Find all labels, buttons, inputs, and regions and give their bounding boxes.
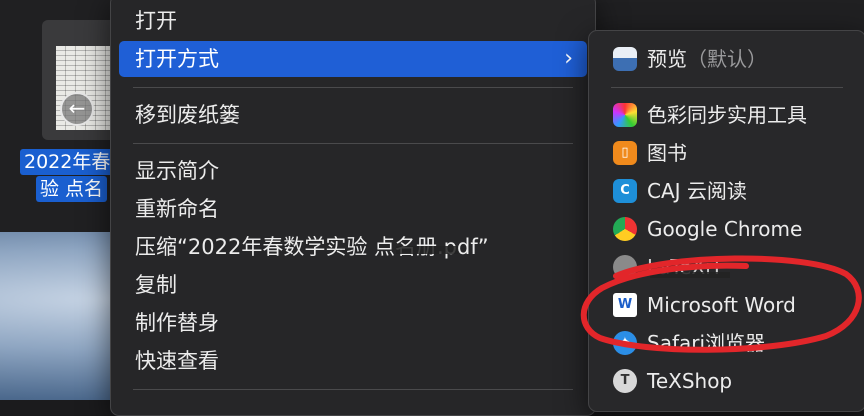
- menu-separator: [611, 87, 843, 88]
- caj-app-icon: C: [613, 179, 637, 203]
- open-with-submenu: 预览（默认） 色彩同步实用工具 ▯ 图书 C CAJ 云阅读 Google Ch…: [588, 30, 864, 412]
- menu-item-open-with[interactable]: 打开方式 ›: [119, 41, 587, 77]
- submenu-item-books[interactable]: ▯ 图书: [597, 135, 857, 171]
- submenu-item-preview[interactable]: 预览（默认）: [597, 41, 857, 77]
- submenu-item-texshop[interactable]: T TeXShop: [597, 363, 857, 399]
- preview-label: 预览: [647, 47, 687, 71]
- menu-item-make-alias[interactable]: 制作替身: [119, 305, 587, 341]
- menu-separator: [133, 143, 573, 144]
- caj-label: CAJ 云阅读: [647, 179, 747, 203]
- context-menu: 打开 打开方式 › 移到废纸篓 显示简介 重新命名 压缩“2022年春数学实验 …: [110, 0, 596, 416]
- submenu-item-chrome[interactable]: Google Chrome: [597, 211, 857, 247]
- menu-item-compress[interactable]: 压缩“2022年春数学实验 点名册.pdf”: [119, 229, 587, 265]
- word-label: Microsoft Word: [647, 293, 796, 317]
- back-arrow-icon[interactable]: ←: [60, 92, 94, 126]
- menu-item-duplicate[interactable]: 复制: [119, 267, 587, 303]
- colorsync-app-icon: [613, 103, 637, 127]
- colorsync-label: 色彩同步实用工具: [647, 103, 807, 127]
- submenu-item-safari[interactable]: ✦ Safari浏览器: [597, 325, 857, 361]
- submenu-item-word[interactable]: W Microsoft Word: [597, 287, 857, 323]
- texshop-label: TeXShop: [647, 369, 733, 393]
- redaction-scribble: [396, 246, 458, 254]
- books-app-icon: ▯: [613, 141, 637, 165]
- submenu-item-caj[interactable]: C CAJ 云阅读: [597, 173, 857, 209]
- file-name-label-line1[interactable]: 2022年春: [20, 149, 115, 175]
- safari-app-icon: ✦: [613, 331, 637, 355]
- menu-separator: [133, 389, 573, 390]
- submenu-item-latexit[interactable]: LaTeXiT: [597, 249, 857, 285]
- menu-separator: [133, 87, 573, 88]
- file-name-label-line2[interactable]: 验 点名: [36, 176, 108, 202]
- menu-item-open[interactable]: 打开: [119, 3, 587, 39]
- submenu-item-colorsync[interactable]: 色彩同步实用工具: [597, 97, 857, 133]
- menu-item-quick-look[interactable]: 快速查看: [119, 343, 587, 379]
- preview-default-tag: （默认）: [687, 47, 767, 71]
- preview-app-icon: [613, 47, 637, 71]
- chevron-right-icon: ›: [564, 46, 573, 71]
- menu-item-move-to-trash[interactable]: 移到废纸篓: [119, 97, 587, 133]
- chrome-label: Google Chrome: [647, 217, 803, 241]
- word-app-icon: W: [613, 293, 637, 317]
- chrome-app-icon: [613, 217, 637, 241]
- books-label: 图书: [647, 141, 687, 165]
- safari-label: Safari浏览器: [647, 331, 766, 355]
- latexit-app-icon: [613, 255, 637, 279]
- menu-item-get-info[interactable]: 显示简介: [119, 153, 587, 189]
- redaction-scribble: [650, 272, 730, 278]
- texshop-app-icon: T: [613, 369, 637, 393]
- menu-item-open-with-label: 打开方式: [135, 47, 219, 71]
- menu-item-rename[interactable]: 重新命名: [119, 191, 587, 227]
